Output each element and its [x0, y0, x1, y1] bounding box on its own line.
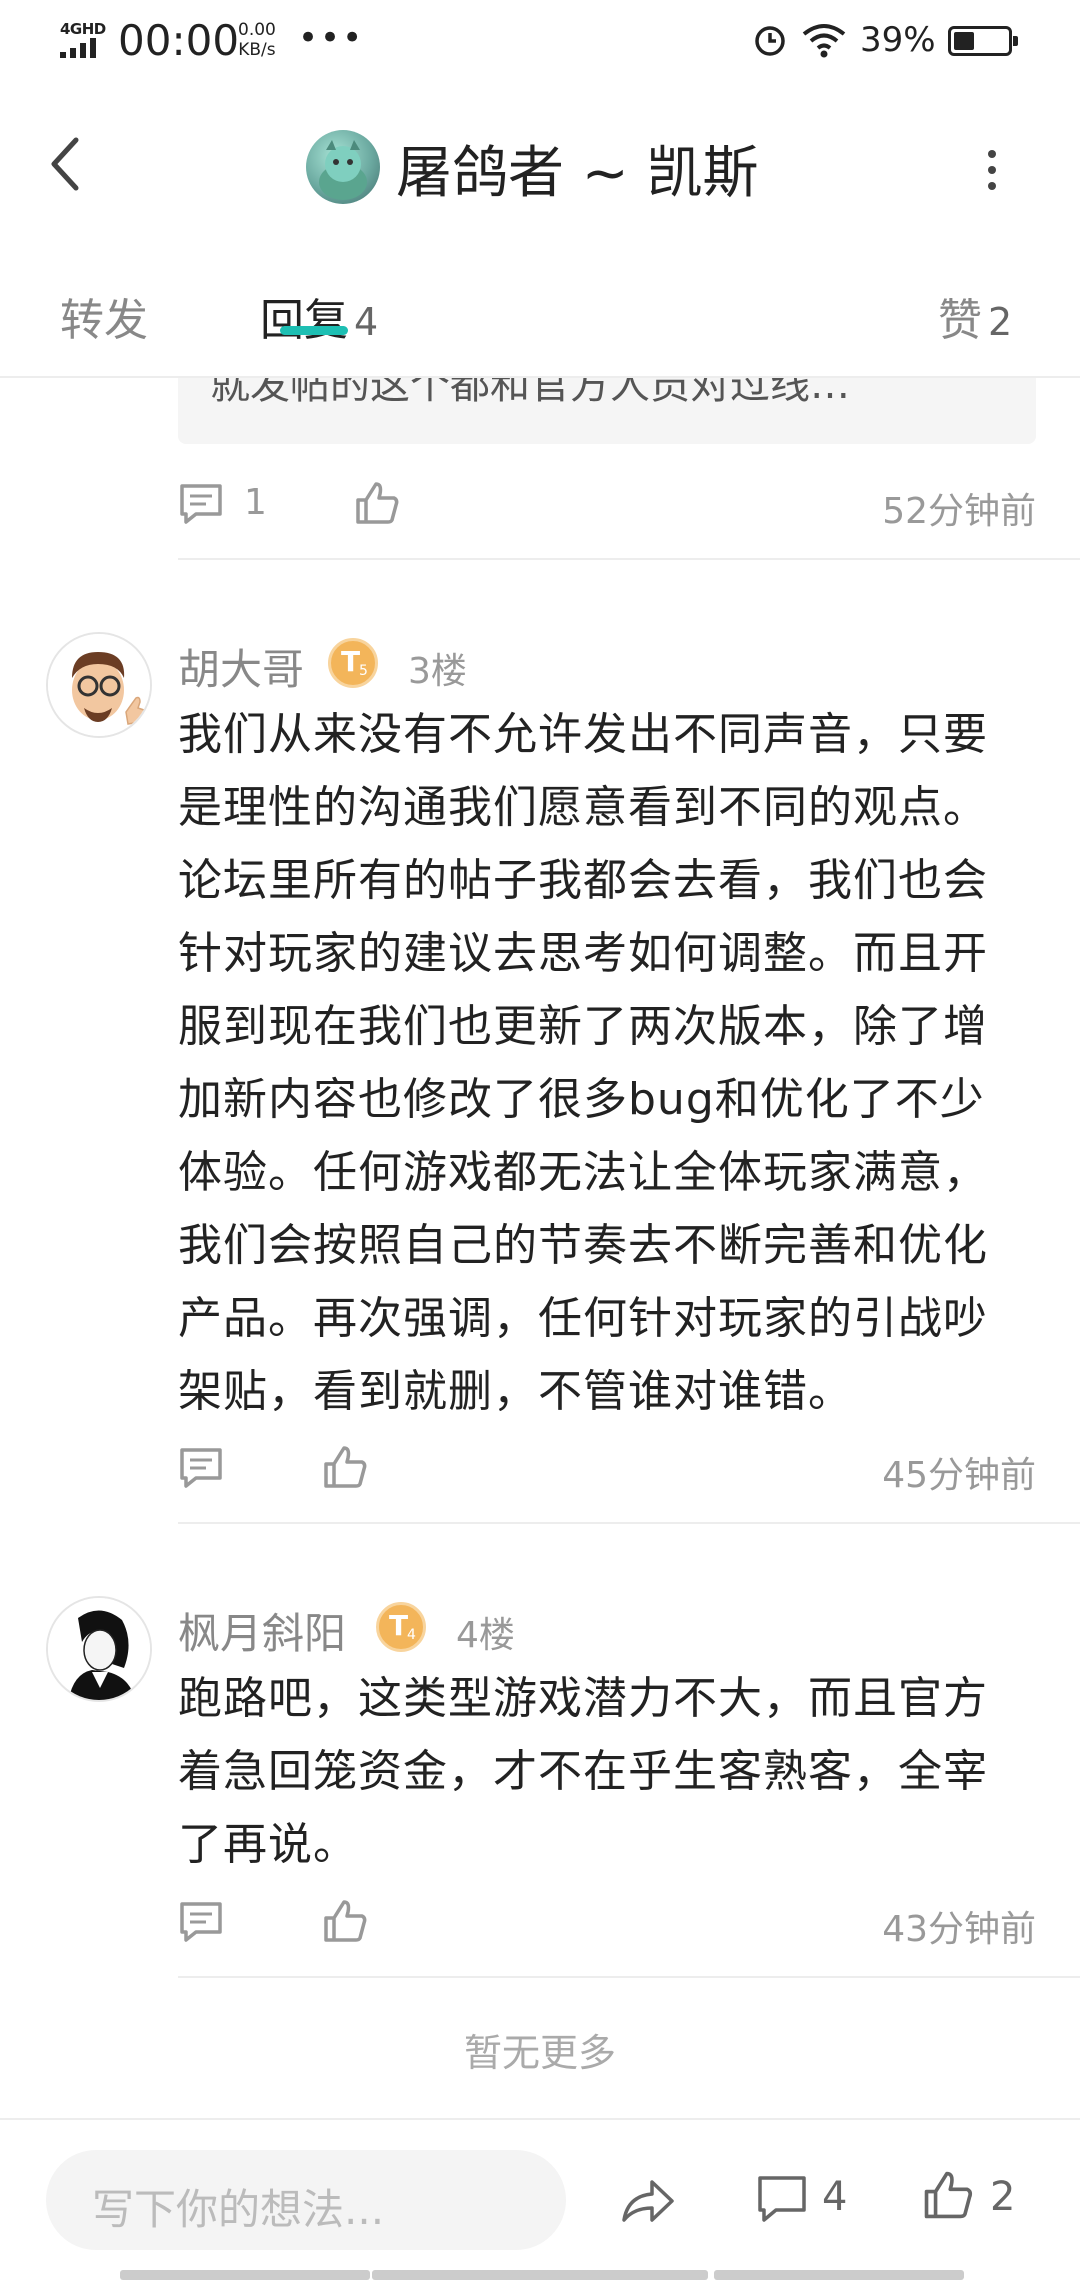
level-badge: T 4	[376, 1602, 426, 1652]
divider	[178, 1522, 1080, 1524]
tab-count: 2	[988, 300, 1013, 344]
more-notifications-icon: •••	[298, 18, 365, 58]
tab-replies[interactable]: 回复 4	[260, 284, 378, 348]
network-type: 4GHD	[60, 20, 106, 38]
bottom-bar: 写下你的想法... 4 2	[0, 2118, 1080, 2282]
tab-count: 4	[354, 300, 379, 344]
timestamp: 45分钟前	[882, 1455, 1036, 1496]
signal-icon	[60, 38, 104, 58]
battery-icon	[948, 26, 1018, 56]
comment-count: 1	[244, 482, 267, 523]
more-options-icon[interactable]	[988, 150, 998, 190]
quoted-text: 就发帖的这个都和官方人员对过线…	[210, 376, 850, 408]
tab-bar: 转发 回复 4 赞2	[0, 250, 1080, 378]
comment-input[interactable]: 写下你的想法...	[46, 2150, 566, 2250]
floor-number: 4楼	[456, 1615, 515, 1656]
username[interactable]: 枫月斜阳	[178, 1600, 346, 1661]
gesture-bar[interactable]	[714, 2270, 964, 2280]
header: 屠鸽者 ~ 凯斯	[0, 84, 1080, 252]
comment-icon[interactable]	[178, 482, 224, 526]
thumbs-up-icon[interactable]	[322, 1898, 368, 1944]
like-count: 2	[990, 2174, 1016, 2220]
timestamp: 52分钟前	[882, 491, 1036, 532]
username[interactable]: 胡大哥	[178, 636, 304, 697]
text-line: 着急回笼资金，才不在乎生客熟客，全宰	[178, 1746, 988, 1797]
text-line: 产品。再次强调，任何针对玩家的引战吵	[178, 1293, 988, 1344]
tab-forward[interactable]: 转发	[60, 284, 148, 348]
thumbs-up-icon[interactable]	[354, 480, 400, 526]
text-line: 架贴，看到就删，不管谁对谁错。	[178, 1366, 853, 1417]
text-line: 服到现在我们也更新了两次版本，除了增	[178, 1001, 988, 1052]
text-line: 加新内容也修改了很多bug和优化了不少	[178, 1074, 985, 1125]
divider	[178, 558, 1080, 560]
thumbs-up-icon[interactable]	[322, 1444, 368, 1490]
page-title: 屠鸽者 ~ 凯斯	[396, 141, 759, 206]
avatar[interactable]	[306, 130, 380, 204]
active-tab-indicator	[280, 326, 348, 335]
battery-percent: 39%	[860, 20, 936, 60]
share-icon[interactable]	[620, 2176, 676, 2226]
wifi-icon	[802, 24, 846, 58]
status-bar: 4GHD 00:00 0.00 KB/s ••• 39%	[0, 0, 1080, 84]
reply-actions: 1 52分钟前	[178, 474, 1036, 534]
gesture-bar[interactable]	[372, 2270, 708, 2280]
input-placeholder: 写下你的想法...	[92, 2185, 385, 2234]
quoted-reply[interactable]: 就发帖的这个都和官方人员对过线…	[178, 376, 1036, 444]
reply-actions: 43分钟前	[178, 1892, 1036, 1952]
gesture-bar[interactable]	[120, 2270, 370, 2280]
tab-label: 回复	[260, 295, 348, 346]
clock: 00:00	[118, 16, 240, 65]
text-line: 了再说。	[178, 1819, 358, 1870]
text-line: 针对玩家的建议去思考如何调整。而且开	[178, 928, 988, 979]
comment-icon[interactable]	[178, 1446, 224, 1490]
text-line: 跑路吧，这类型游戏潜力不大，而且官方	[178, 1673, 988, 1724]
thumbs-up-icon[interactable]	[922, 2168, 974, 2222]
back-icon[interactable]	[46, 134, 86, 194]
comment-icon[interactable]	[178, 1900, 224, 1944]
text-line: 我们会按照自己的节奏去不断完善和优化	[178, 1220, 988, 1271]
no-more-indicator: 暂无更多	[463, 2031, 616, 2075]
speed-value: 0.00	[238, 20, 276, 40]
divider	[178, 1976, 1080, 1978]
alarm-icon	[755, 26, 785, 56]
floor-number: 3楼	[408, 651, 467, 692]
comment-icon[interactable]	[756, 2174, 808, 2224]
badge-letter: T	[341, 645, 361, 678]
timestamp: 43分钟前	[882, 1909, 1036, 1950]
avatar[interactable]	[46, 632, 152, 738]
avatar[interactable]	[46, 1596, 152, 1702]
reply-text: 跑路吧，这类型游戏潜力不大，而且官方 着急回笼资金，才不在乎生客熟客，全宰 了再…	[178, 1662, 1036, 1881]
badge-number: 5	[359, 663, 368, 679]
text-line: 是理性的沟通我们愿意看到不同的观点。	[178, 782, 988, 833]
reply-actions: 45分钟前	[178, 1438, 1036, 1498]
comment-count: 4	[822, 2174, 848, 2220]
reply-text: 我们从来没有不允许发出不同声音，只要 是理性的沟通我们愿意看到不同的观点。 论坛…	[178, 698, 1036, 1428]
speed-unit: KB/s	[238, 40, 276, 60]
text-line: 我们从来没有不允许发出不同声音，只要	[178, 709, 988, 760]
text-line: 论坛里所有的帖子我都会去看，我们也会	[178, 855, 988, 906]
tab-likes[interactable]: 赞2	[938, 284, 1012, 348]
tab-label: 转发	[60, 295, 148, 346]
badge-letter: T	[389, 1609, 409, 1642]
tab-label: 赞	[938, 295, 982, 346]
badge-number: 4	[407, 1627, 416, 1643]
text-line: 体验。任何游戏都无法让全体玩家满意，	[178, 1147, 988, 1198]
network-speed: 0.00 KB/s	[238, 20, 276, 60]
level-badge: T 5	[328, 638, 378, 688]
